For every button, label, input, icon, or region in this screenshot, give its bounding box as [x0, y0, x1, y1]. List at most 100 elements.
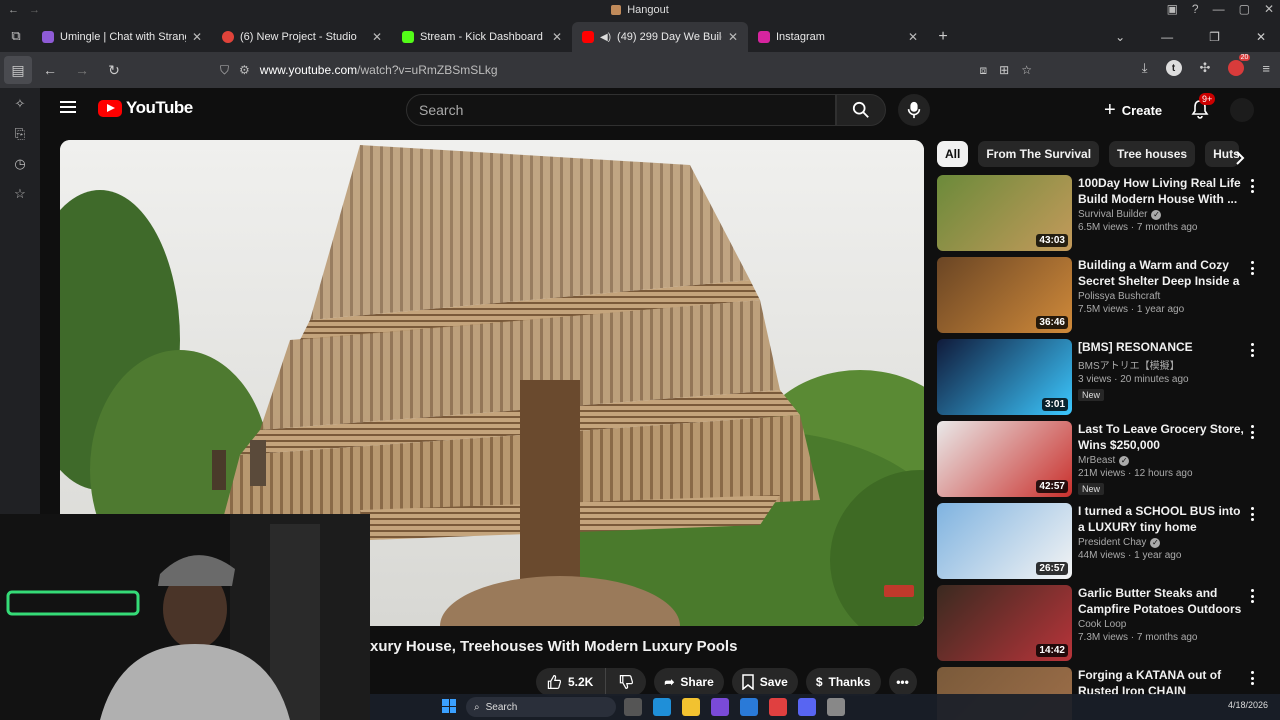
chip-from-the-survival[interactable]: From The Survival	[978, 141, 1100, 167]
maximize-icon[interactable]: ▢	[1239, 2, 1250, 16]
menu-icon[interactable]: ≡	[1262, 61, 1270, 76]
app-icon[interactable]	[827, 698, 845, 716]
account-icon[interactable]: t	[1165, 60, 1182, 76]
install-icon[interactable]: ⊞	[999, 63, 1009, 78]
channel-name[interactable]: BMSアトリエ【模擬】	[1078, 357, 1244, 372]
site-settings-icon[interactable]: ⚙	[239, 63, 250, 77]
dislike-button[interactable]	[605, 668, 647, 696]
more-vertical-icon[interactable]	[1249, 671, 1255, 685]
task-view-icon[interactable]	[624, 698, 642, 716]
video-thumbnail[interactable]: 3:01	[937, 339, 1072, 415]
video-title[interactable]: Building a Warm and Cozy Secret Shelter …	[1078, 257, 1244, 289]
saved-pages-icon[interactable]: ⎘	[15, 126, 25, 142]
related-video-item[interactable]: 3:01 [BMS] RESONANCE BMSアトリエ【模擬】 3 views · …	[937, 339, 1267, 415]
edge-icon[interactable]	[653, 698, 671, 716]
taskbar-search[interactable]: ⌕ Search	[466, 697, 616, 717]
related-video-item[interactable]: 26:57 I turned a SCHOOL BUS into a LUXURY…	[937, 503, 1267, 579]
more-vertical-icon[interactable]	[1249, 343, 1255, 357]
channel-name[interactable]: Survival Builder ✓	[1078, 209, 1244, 220]
more-vertical-icon[interactable]	[1249, 179, 1255, 193]
more-vertical-icon[interactable]	[1249, 589, 1255, 603]
close-tab-icon[interactable]: ✕	[372, 30, 382, 44]
forward-icon[interactable]: →	[29, 4, 40, 16]
close-icon[interactable]: ✕	[1264, 2, 1274, 16]
more-actions-button[interactable]: •••	[888, 668, 917, 696]
file-explorer-icon[interactable]	[682, 698, 700, 716]
video-title[interactable]: [BMS] RESONANCE	[1078, 339, 1244, 355]
channel-name[interactable]: MrBeast ✓	[1078, 455, 1244, 466]
video-thumbnail[interactable]: 36:46	[937, 257, 1072, 333]
more-vertical-icon[interactable]	[1249, 507, 1255, 521]
minimize-icon[interactable]: —	[1213, 2, 1225, 16]
extension-badge-icon[interactable]: 20	[1228, 54, 1251, 76]
video-title[interactable]: Garlic Butter Steaks and Campfire Potato…	[1078, 585, 1244, 617]
new-tab-button[interactable]: +	[928, 22, 958, 52]
youtube-logo[interactable]: YouTube	[98, 98, 193, 118]
shield-icon[interactable]: ⛉	[220, 63, 229, 78]
back-button[interactable]: ←	[36, 56, 64, 84]
related-video-item[interactable]: 43:03 100Day How Living Real Life Build M…	[937, 175, 1267, 251]
chip-tree-houses[interactable]: Tree houses	[1109, 141, 1196, 167]
share-button[interactable]: ➦ Share	[654, 668, 724, 696]
tray-icon[interactable]: ▣	[1167, 2, 1178, 16]
speaker-icon[interactable]: ◀)	[600, 32, 611, 43]
thanks-button[interactable]: $ Thanks	[805, 668, 881, 696]
chevron-down-icon[interactable]: ⌄	[1115, 30, 1125, 44]
create-button[interactable]: + Create	[1096, 94, 1170, 126]
video-title[interactable]: Last To Leave Grocery Store, Wins $250,0…	[1078, 421, 1244, 453]
tab-youtube[interactable]: ◀) (49) 299 Day We Build Top3 ✕	[572, 22, 748, 52]
video-thumbnail[interactable]: 14:42	[937, 585, 1072, 661]
opera-icon[interactable]	[769, 698, 787, 716]
related-video-item[interactable]: 14:42 Garlic Butter Steaks and Campfire P…	[937, 585, 1267, 661]
guide-menu-icon[interactable]	[60, 101, 76, 113]
tab-workspaces-icon[interactable]: ⧉	[0, 20, 32, 52]
picture-in-picture-icon[interactable]: ⧈	[980, 63, 988, 78]
chips-next-button[interactable]	[1230, 148, 1250, 168]
back-icon[interactable]: ←	[8, 4, 19, 16]
bookmark-star-icon[interactable]: ☆	[1021, 63, 1032, 78]
favorites-icon[interactable]: ☆	[14, 186, 26, 202]
related-video-item[interactable]: 42:57 Last To Leave Grocery Store, Wins $…	[937, 421, 1267, 497]
tab-studio[interactable]: (6) New Project - Studio ✕	[212, 22, 392, 52]
save-button[interactable]: Save	[731, 668, 798, 696]
help-icon[interactable]: ?	[1192, 2, 1199, 16]
forward-button[interactable]: →	[68, 56, 96, 84]
chip-all[interactable]: All	[937, 141, 969, 167]
history-icon[interactable]: ◷	[14, 156, 25, 172]
channel-name[interactable]: Cook Loop	[1078, 619, 1244, 630]
like-button[interactable]: 5.2K	[536, 668, 606, 696]
channel-name[interactable]: Polissya Bushcraft	[1078, 291, 1244, 302]
close-icon[interactable]: ✕	[1256, 30, 1266, 44]
more-vertical-icon[interactable]	[1249, 261, 1255, 275]
address-bar[interactable]: ⛉ ⚙ www.youtube.com/watch?v=uRmZBSmSLkg …	[212, 56, 1042, 84]
tab-kick[interactable]: Stream - Kick Dashboard ✕	[392, 22, 572, 52]
download-icon[interactable]: ⤓	[1142, 60, 1148, 76]
extensions-icon[interactable]: ✣	[1200, 60, 1211, 76]
search-button[interactable]	[836, 94, 886, 126]
reload-button[interactable]: ↻	[100, 56, 128, 84]
video-title[interactable]: 100Day How Living Real Life Build Modern…	[1078, 175, 1244, 207]
video-title[interactable]: I turned a SCHOOL BUS into a LUXURY tiny…	[1078, 503, 1244, 535]
restore-icon[interactable]: ❐	[1209, 30, 1220, 44]
video-thumbnail[interactable]: 42:57	[937, 421, 1072, 497]
tab-instagram[interactable]: Instagram ✕	[748, 22, 928, 52]
voice-search-button[interactable]	[898, 94, 930, 126]
mail-icon[interactable]	[740, 698, 758, 716]
channel-name[interactable]: President Chay ✓	[1078, 537, 1244, 548]
related-video-item[interactable]: 36:46 Building a Warm and Cozy Secret She…	[937, 257, 1267, 333]
discord-icon[interactable]	[798, 698, 816, 716]
minimize-icon[interactable]: —	[1161, 30, 1173, 44]
url-text[interactable]: www.youtube.com/watch?v=uRmZBSmSLkg	[260, 63, 498, 77]
app-icon[interactable]	[711, 698, 729, 716]
close-tab-icon[interactable]: ✕	[552, 30, 562, 44]
close-tab-icon[interactable]: ✕	[908, 30, 918, 44]
search-input[interactable]	[419, 102, 835, 118]
video-thumbnail[interactable]: 26:57	[937, 503, 1072, 579]
close-tab-icon[interactable]: ✕	[192, 30, 202, 44]
avatar[interactable]	[1230, 98, 1254, 122]
sidebar-toggle-icon[interactable]: ▤	[4, 56, 32, 84]
notifications-button[interactable]: 9+	[1188, 93, 1216, 121]
close-tab-icon[interactable]: ✕	[728, 30, 738, 44]
tab-umingle[interactable]: Umingle | Chat with Strangers I ✕	[32, 22, 212, 52]
video-thumbnail[interactable]: 43:03	[937, 175, 1072, 251]
